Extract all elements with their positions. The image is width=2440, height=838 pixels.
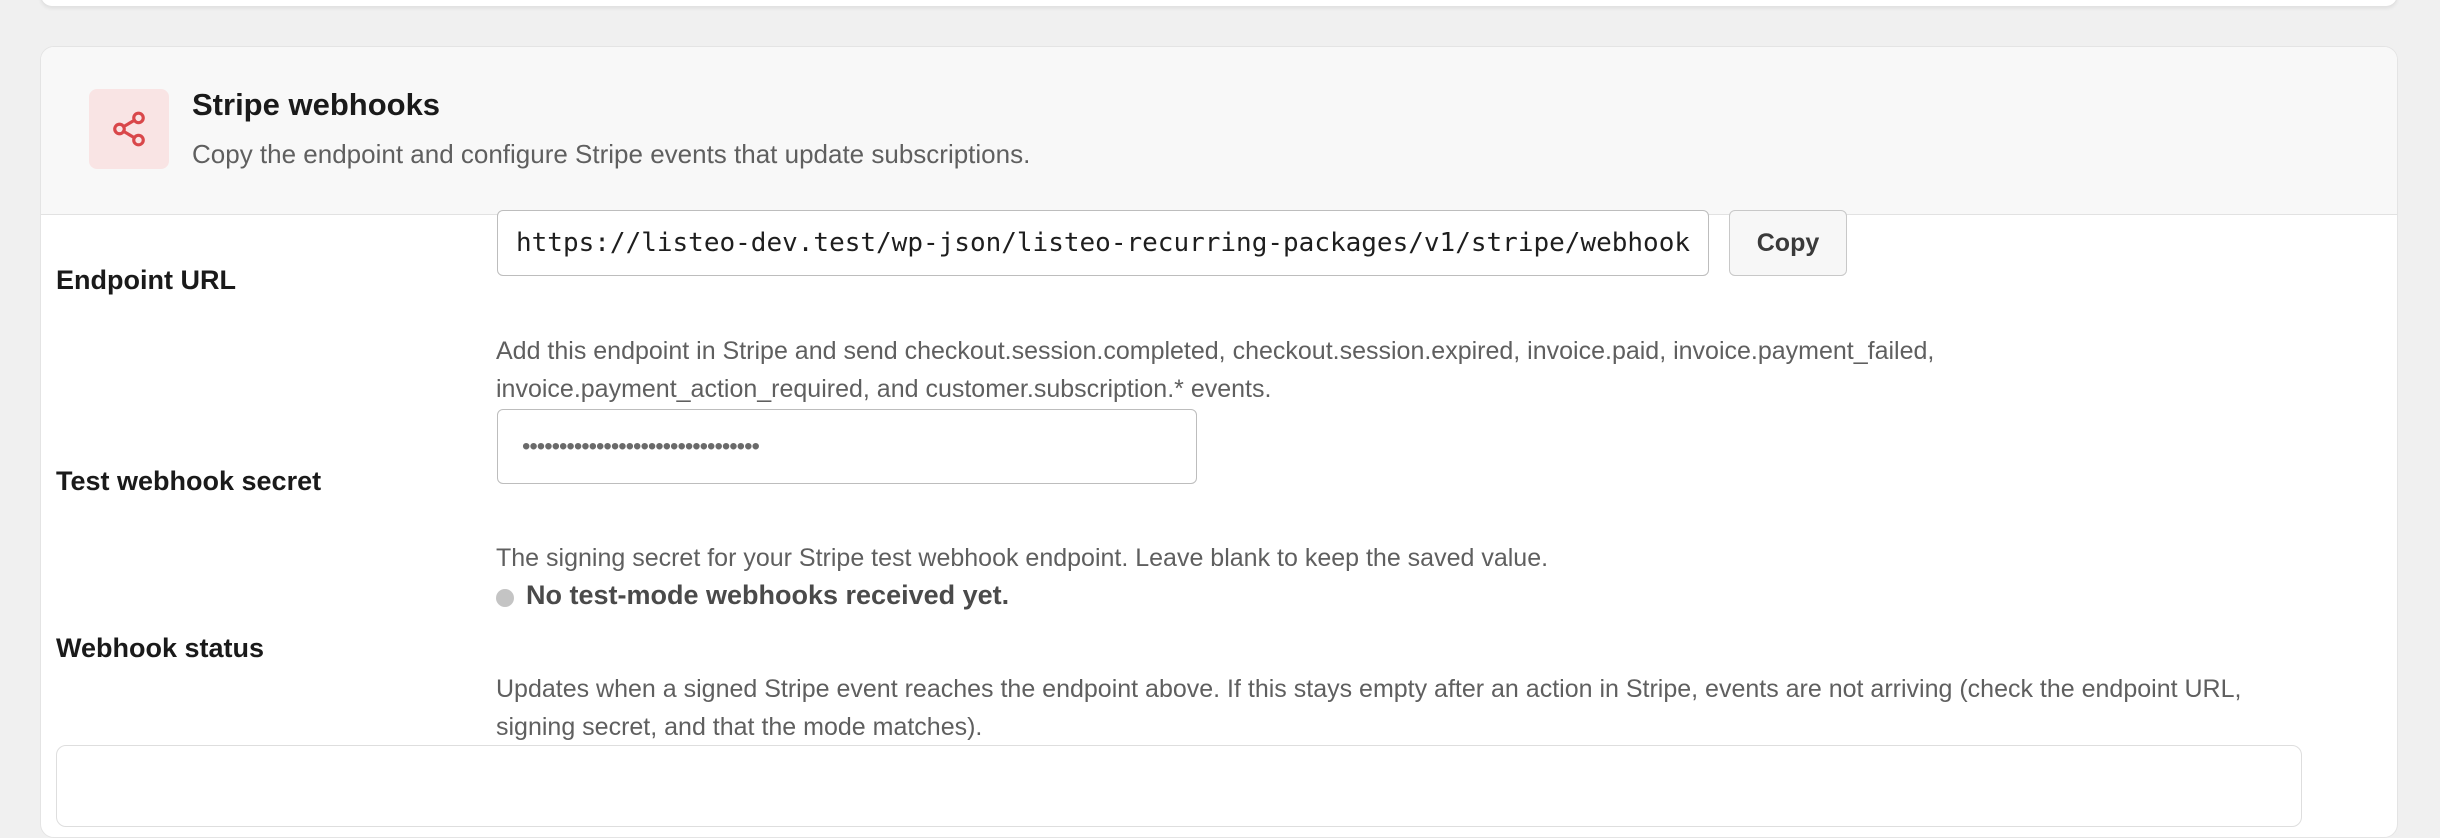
share-icon bbox=[89, 89, 169, 169]
webhook-status-label: Webhook status bbox=[56, 633, 265, 663]
previous-card bbox=[40, 0, 2398, 7]
test-webhook-secret-label: Test webhook secret bbox=[56, 466, 322, 496]
endpoint-url-label: Endpoint URL bbox=[56, 265, 236, 295]
section-title: Stripe webhooks bbox=[192, 87, 441, 122]
next-section-box bbox=[56, 745, 2302, 827]
webhook-status-text: No test-mode webhooks received yet. bbox=[526, 580, 1010, 610]
copy-button[interactable]: Copy bbox=[1729, 210, 1847, 276]
test-webhook-secret-field[interactable]: •••••••••••••••••••••••••••••••• bbox=[497, 409, 1197, 484]
status-help-text: Updates when a signed Stripe event reach… bbox=[496, 670, 2241, 746]
section-description: Copy the endpoint and configure Stripe e… bbox=[192, 139, 1031, 169]
status-help-line: Updates when a signed Stripe event reach… bbox=[496, 675, 2242, 703]
card-header: Stripe webhooks Copy the endpoint and co… bbox=[41, 47, 2397, 215]
endpoint-help-text: Add this endpoint in Stripe and send che… bbox=[496, 332, 1934, 408]
endpoint-url-field[interactable]: https://listeo-dev.test/wp-json/listeo-r… bbox=[497, 210, 1709, 276]
status-indicator-dot bbox=[496, 589, 514, 607]
secret-help-text: The signing secret for your Stripe test … bbox=[496, 544, 1549, 572]
status-help-line: signing secret, and that the mode matche… bbox=[496, 713, 983, 741]
endpoint-help-line: Add this endpoint in Stripe and send che… bbox=[496, 337, 1935, 365]
endpoint-help-line: invoice.payment_action_required, and cus… bbox=[496, 375, 1272, 403]
